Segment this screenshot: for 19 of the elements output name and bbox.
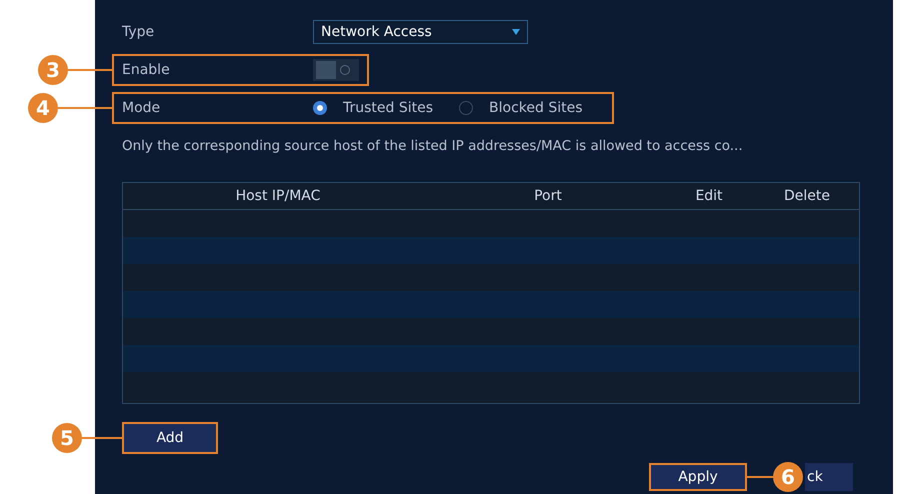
column-header: Host IP/MAC xyxy=(234,186,322,206)
column-header: Port xyxy=(533,186,563,206)
callout-number: 3 xyxy=(38,55,68,85)
field-label: Mode xyxy=(122,98,162,118)
column-header: Delete xyxy=(783,186,831,206)
back-button[interactable]: ck xyxy=(805,463,853,492)
field-label: Type xyxy=(122,22,156,42)
add-button[interactable]: Add xyxy=(122,422,218,454)
callout-number: 4 xyxy=(28,93,58,123)
type-dropdown[interactable]: Network Access xyxy=(313,20,528,44)
caret-icon xyxy=(512,29,520,35)
apply-button[interactable]: Apply xyxy=(649,463,747,492)
callout-number: 5 xyxy=(52,423,82,454)
column-header: Edit xyxy=(694,186,724,206)
mode-radio[interactable]: Blocked Sites xyxy=(459,98,583,118)
field-label: Enable xyxy=(122,60,171,80)
mode-radio[interactable]: Trusted Sites xyxy=(313,98,434,118)
description-text: Only the corresponding source host of the listed IP addresses/MAC is allowed to access co... xyxy=(122,137,744,156)
enable-toggle[interactable] xyxy=(313,59,359,81)
